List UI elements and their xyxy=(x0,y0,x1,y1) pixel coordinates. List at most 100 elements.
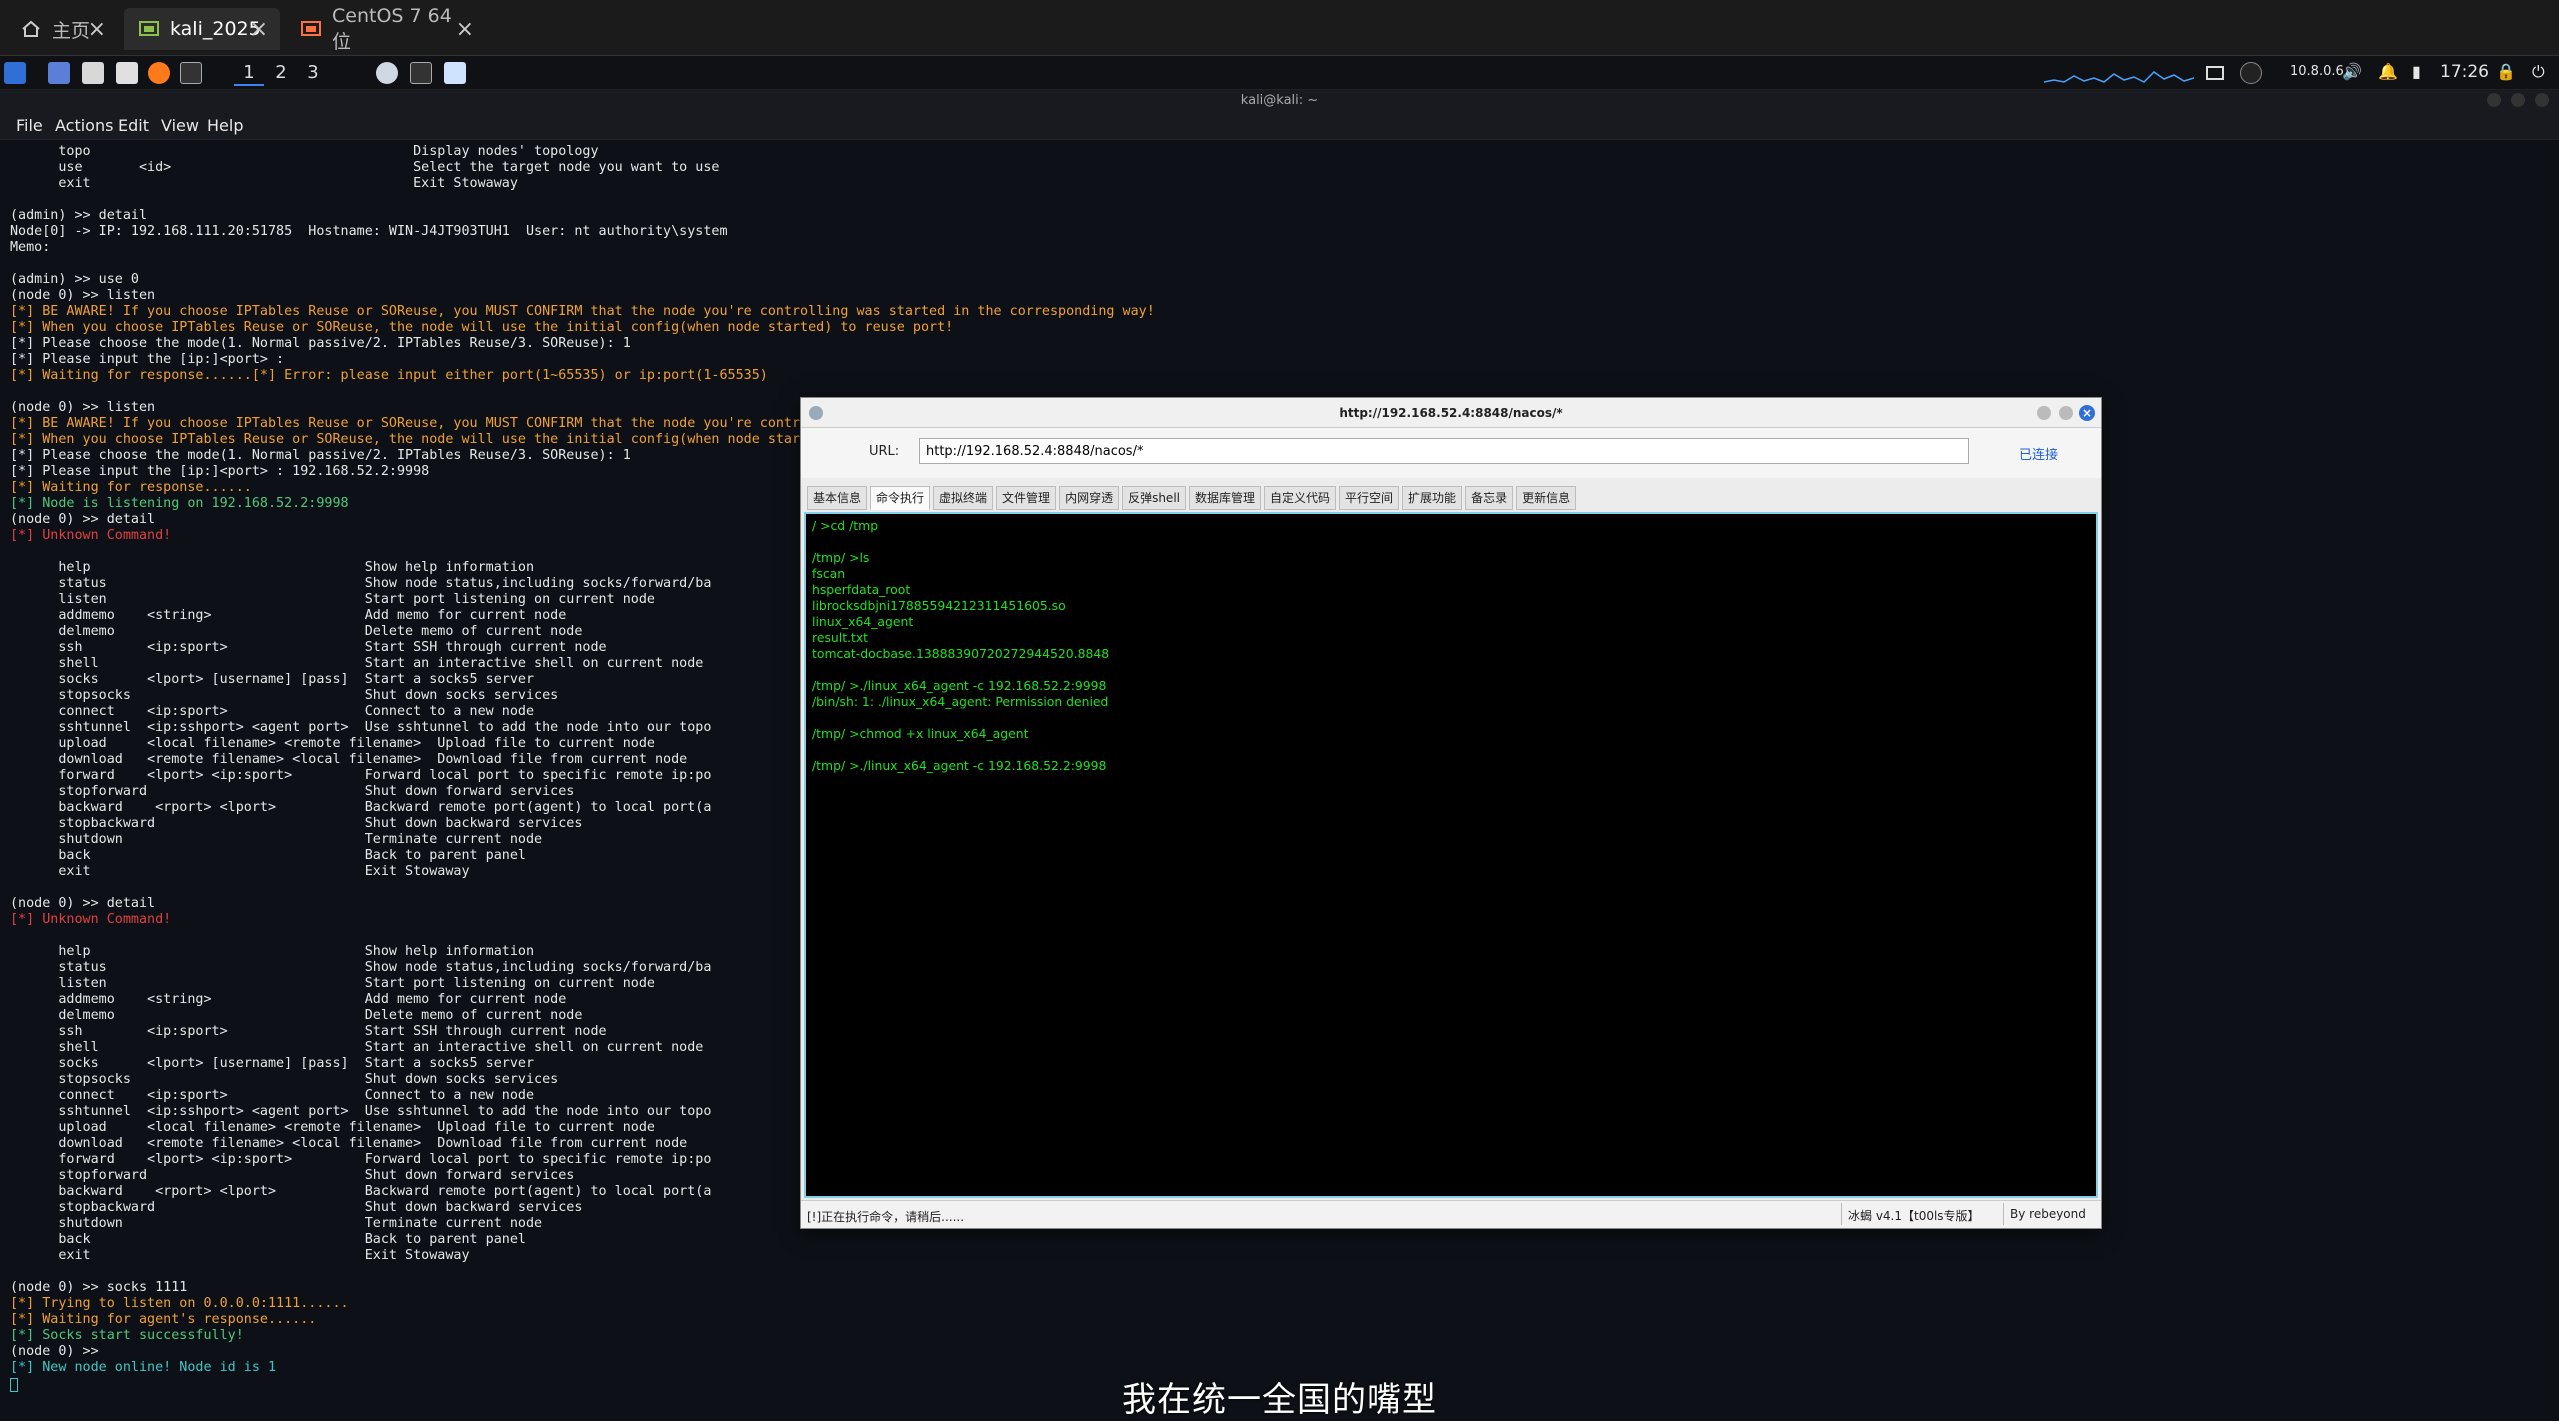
menu-help[interactable]: Help xyxy=(207,116,243,135)
terminal-line: status Show node status,including socks/… xyxy=(10,960,712,975)
console-line: /tmp/ >chmod +x linux_x64_agent xyxy=(812,726,1029,741)
console-line: linux_x64_agent xyxy=(812,614,914,629)
close-icon[interactable] xyxy=(2535,93,2549,107)
terminal-line: help Show help information xyxy=(10,560,535,575)
status-author: By rebeyond xyxy=(2003,1203,2093,1225)
url-bar: URL: 已连接 xyxy=(801,428,2101,478)
terminal-line: (admin) >> use 0 xyxy=(10,272,139,287)
terminal-line: backward <rport> <lport> Backward remote… xyxy=(10,800,712,815)
workspace-2[interactable]: 2 xyxy=(266,60,296,86)
vm-tab-home[interactable]: 主页 × xyxy=(6,8,118,50)
terminal-line: [*] BE AWARE! If you choose IPTables Reu… xyxy=(10,416,809,431)
terminal-line: download <remote filename> <local filena… xyxy=(10,1136,688,1151)
close-icon[interactable]: × xyxy=(250,17,268,42)
terminal-icon[interactable] xyxy=(180,62,202,84)
tab-2[interactable]: 虚拟终端 xyxy=(933,486,994,510)
task-terminal-icon[interactable] xyxy=(410,62,432,84)
behinder-title-bar: http://192.168.52.4:8848/nacos/* × xyxy=(801,398,2101,428)
minimize-icon[interactable] xyxy=(2487,93,2501,107)
terminal-line: listen Start port listening on current n… xyxy=(10,592,655,607)
workspace-1[interactable]: 1 xyxy=(234,60,264,86)
close-icon[interactable]: × xyxy=(2079,405,2095,421)
maximize-icon[interactable] xyxy=(2059,406,2073,420)
close-icon[interactable]: × xyxy=(456,17,474,42)
terminal-line: delmemo Delete memo of current node xyxy=(10,1008,583,1023)
terminal-line: [*] Node is listening on 192.168.52.2:99… xyxy=(10,496,349,511)
tab-7[interactable]: 自定义代码 xyxy=(1264,486,1337,510)
vm-tab-label: kali_2025 xyxy=(170,18,261,40)
vm-tab-bar: 主页 × kali_2025 × CentOS 7 64 位 × xyxy=(0,0,2559,56)
file-manager-icon[interactable] xyxy=(82,62,104,84)
volume-icon[interactable]: 🔊 xyxy=(2342,62,2362,81)
workspace-3[interactable]: 3 xyxy=(298,60,328,86)
console-line: result.txt xyxy=(812,630,869,645)
terminal-line: shutdown Terminate current node xyxy=(10,1216,543,1231)
home-icon xyxy=(20,18,42,40)
battery-icon[interactable]: ▮ xyxy=(2412,62,2421,81)
terminal-menu-bar: File Actions Edit View Help xyxy=(0,112,2559,140)
terminal-line: stopsocks Shut down socks services xyxy=(10,688,559,703)
console-line: / >cd /tmp xyxy=(812,518,879,533)
terminal-line: stopforward Shut down forward services xyxy=(10,784,575,799)
terminal-line: [*] Please input the [ip:]<port> : 192.1… xyxy=(10,464,430,479)
url-input[interactable] xyxy=(919,438,1969,464)
tab-4[interactable]: 内网穿透 xyxy=(1059,486,1120,510)
text-editor-icon[interactable] xyxy=(116,62,138,84)
terminal-line: upload <local filename> <remote filename… xyxy=(10,1120,655,1135)
status-message: [!]正在执行命令，请稍后...... xyxy=(807,1210,965,1224)
lock-icon[interactable]: 🔒 xyxy=(2496,62,2516,81)
task-app-icon[interactable] xyxy=(444,62,466,84)
tab-0[interactable]: 基本信息 xyxy=(807,486,868,510)
display-icon[interactable] xyxy=(2206,66,2224,80)
console-line: /tmp/ >./linux_x64_agent -c 192.168.52.2… xyxy=(812,758,1107,773)
menu-edit[interactable]: Edit xyxy=(118,116,149,135)
terminal-line: exit Exit Stowaway xyxy=(10,176,518,191)
terminal-line: stopbackward Shut down backward services xyxy=(10,816,583,831)
show-desktop-icon[interactable] xyxy=(48,62,70,84)
kali-menu-icon[interactable] xyxy=(4,62,26,84)
terminal-line: status Show node status,including socks/… xyxy=(10,576,712,591)
terminal-line: forward <lport> <ip:sport> Forward local… xyxy=(10,768,712,783)
behinder-tabs: 基本信息 命令执行 虚拟终端 文件管理 内网穿透 反弹shell 数据库管理 自定义代码 平行空… xyxy=(807,486,1579,510)
tab-11[interactable]: 更新信息 xyxy=(1516,486,1577,510)
maximize-icon[interactable] xyxy=(2511,93,2525,107)
terminal-line: socks <lport> [username] [pass] Start a … xyxy=(10,672,535,687)
terminal-line: shell Start an interactive shell on curr… xyxy=(10,1040,704,1055)
tab-5[interactable]: 反弹shell xyxy=(1122,486,1186,510)
notification-icon[interactable]: 🔔 xyxy=(2378,62,2398,81)
terminal-line: socks <lport> [username] [pass] Start a … xyxy=(10,1056,535,1071)
tab-8[interactable]: 平行空间 xyxy=(1339,486,1400,510)
console-line: /bin/sh: 1: ./linux_x64_agent: Permissio… xyxy=(812,694,1109,709)
vm-tab-centos[interactable]: CentOS 7 64 位 × xyxy=(286,5,486,53)
console-line: tomcat-docbase.13888390720272944520.8848 xyxy=(812,646,1110,661)
terminal-line: addmemo <string> Add memo for current no… xyxy=(10,992,567,1007)
vm-tab-kali[interactable]: kali_2025 × xyxy=(124,8,280,50)
terminal-line: [*] Unknown Command! xyxy=(10,528,172,543)
video-subtitle: 我在统一全国的嘴型 xyxy=(1122,1380,1437,1420)
tab-9[interactable]: 扩展功能 xyxy=(1402,486,1463,510)
tab-3[interactable]: 文件管理 xyxy=(996,486,1057,510)
menu-actions[interactable]: Actions xyxy=(55,116,113,135)
terminal-line: back Back to parent panel xyxy=(10,848,526,863)
terminal-title-bar: kali@kali: ~ xyxy=(0,90,2559,112)
terminal-line: delmemo Delete memo of current node xyxy=(10,624,583,639)
clock[interactable]: 17:26 xyxy=(2440,62,2489,82)
task-window-icon[interactable] xyxy=(376,62,398,84)
terminal-line: [*] When you choose IPTables Reuse or SO… xyxy=(10,320,954,335)
tab-10[interactable]: 备忘录 xyxy=(1465,486,1514,510)
terminal-line: exit Exit Stowaway xyxy=(10,1248,470,1263)
vpn-icon[interactable] xyxy=(2240,62,2262,84)
menu-file[interactable]: File xyxy=(16,116,43,135)
command-console[interactable]: / >cd /tmp/tmp/ >ls fscan hsperfdata_root l… xyxy=(804,512,2098,1198)
close-icon[interactable]: × xyxy=(88,17,106,42)
power-icon[interactable]: ⏻ xyxy=(2532,62,2545,82)
terminal-line: forward <lport> <ip:sport> Forward local… xyxy=(10,1152,712,1167)
console-line: hsperfdata_root xyxy=(812,582,911,597)
tab-6[interactable]: 数据库管理 xyxy=(1189,486,1262,510)
firefox-icon[interactable] xyxy=(148,62,170,84)
tab-1[interactable]: 命令执行 xyxy=(870,486,931,510)
terminal-line: (node 0) >> detail xyxy=(10,896,156,911)
menu-view[interactable]: View xyxy=(161,116,199,135)
terminal-line: ssh <ip:sport> Start SSH through current… xyxy=(10,1024,607,1039)
minimize-icon[interactable] xyxy=(2037,406,2051,420)
